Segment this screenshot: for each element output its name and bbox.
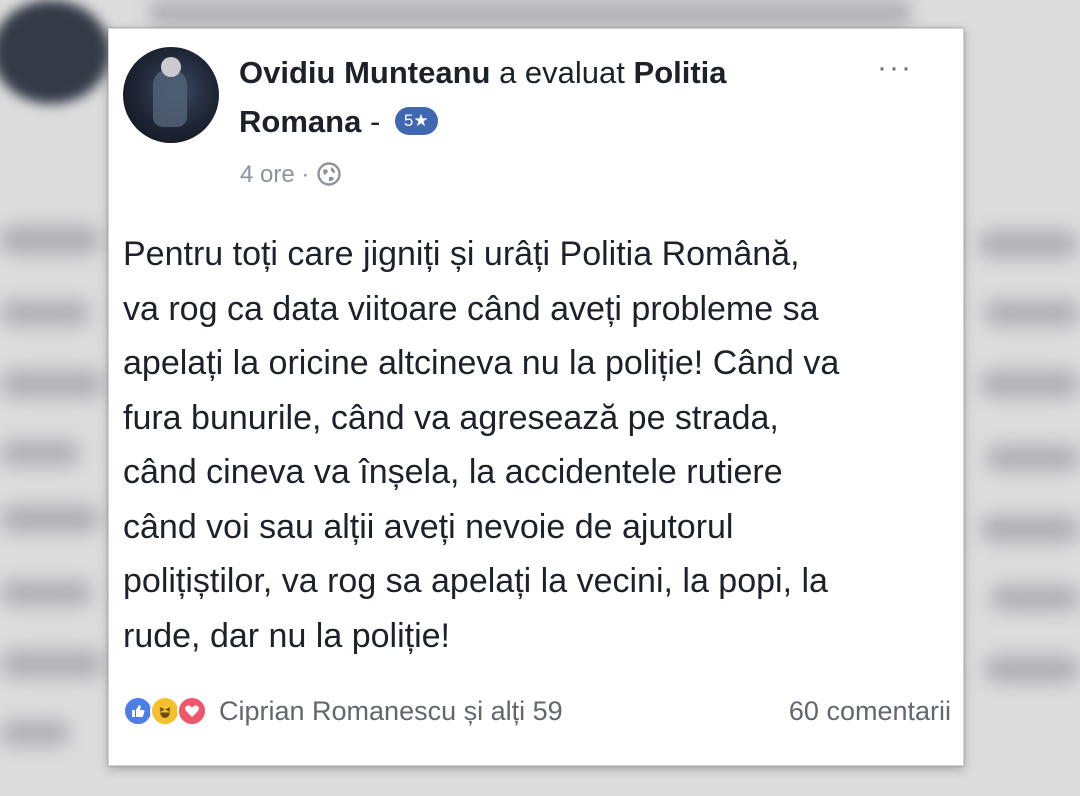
blurred-text	[0, 440, 80, 466]
blurred-text	[0, 505, 100, 533]
blurred-text	[990, 585, 1080, 611]
post-footer: Ciprian Romanescu și alți 59 60 comentar…	[123, 689, 951, 733]
author-avatar[interactable]	[123, 47, 219, 143]
blurred-text	[984, 655, 1080, 683]
meta-dot: ·	[301, 161, 310, 188]
post-text-line: Pentru toți care jigniți și urâți Politi…	[123, 235, 800, 273]
blurred-text	[0, 720, 70, 746]
globe-icon[interactable]	[316, 161, 342, 187]
page-name-link[interactable]: Politia	[634, 55, 727, 90]
post-meta: 4 ore ·	[240, 160, 342, 190]
separator-text: -	[369, 104, 381, 139]
more-options-icon[interactable]: ···	[877, 53, 913, 83]
blurred-header-text	[150, 0, 910, 26]
rating-badge: 5★	[394, 106, 438, 135]
blurred-text	[980, 515, 1080, 543]
comments-link[interactable]: 60 comentarii	[789, 689, 951, 733]
blurred-text	[984, 300, 1080, 326]
post-text-line: când cineva va înșela, la accidentele ru…	[123, 453, 783, 491]
post-text: Pentru toți care jigniți și urâți Politi…	[123, 227, 953, 663]
avatar-figure	[153, 69, 187, 127]
love-icon[interactable]	[177, 696, 207, 726]
like-icon[interactable]	[123, 696, 153, 726]
blurred-text	[980, 370, 1080, 398]
post-text-line: rude, dar nu la poliție!	[123, 616, 450, 655]
blurred-text	[0, 370, 104, 398]
author-name-link[interactable]: Ovidiu Munteanu	[239, 55, 490, 90]
post-card: Ovidiu Munteanu a evaluat Politia Romana…	[108, 28, 964, 766]
blurred-avatar	[0, 0, 110, 104]
post-header-line-1: Ovidiu Munteanu a evaluat Politia	[239, 53, 727, 93]
avatar-head	[161, 57, 181, 77]
page-name-link-cont[interactable]: Romana	[239, 104, 361, 139]
blurred-text	[0, 300, 90, 326]
blurred-text	[0, 650, 104, 678]
blurred-text	[978, 230, 1078, 258]
haha-icon[interactable]	[150, 696, 180, 726]
action-text: a evaluat	[499, 55, 625, 90]
post-text-line: fura bunurile, când va agresează pe stra…	[123, 398, 779, 437]
reactors-link[interactable]: Ciprian Romanescu și alți 59	[219, 689, 563, 733]
blurred-text	[0, 225, 100, 255]
post-text-line: polițiștilor, va rog sa apelați la vecin…	[123, 562, 828, 600]
post-header-line-2: Romana - 5★	[239, 102, 438, 142]
post-time-link[interactable]: 4 ore	[240, 161, 295, 188]
post-text-line: când voi sau alții aveți nevoie de ajuto…	[123, 507, 734, 546]
blurred-text	[986, 445, 1080, 471]
post-text-line: va rog ca data viitoare când aveți probl…	[123, 289, 819, 328]
blurred-text	[0, 580, 92, 606]
post-text-line: apelați la oricine altcineva nu la poliț…	[123, 344, 840, 382]
